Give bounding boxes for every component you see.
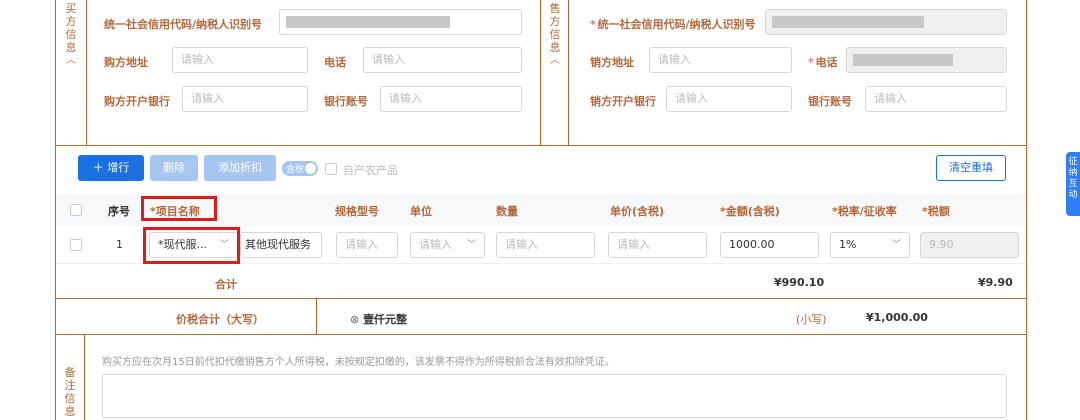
toggle-knob xyxy=(305,163,316,174)
buyer-account-input[interactable]: 请输入 xyxy=(380,86,522,112)
buyer-address-label: 购方地址 xyxy=(104,56,148,69)
unit-placeholder: 请输入 xyxy=(419,238,452,251)
buyer-bank-label: 购方开户银行 xyxy=(104,95,170,108)
frame-line xyxy=(568,0,569,145)
highlight-box xyxy=(141,196,217,221)
grand-total-figures: ¥1,000.00 xyxy=(866,311,928,324)
delete-button[interactable]: 删除 xyxy=(150,155,198,181)
seller-phone-label: * 电话 xyxy=(808,56,838,69)
buyer-tax-id-label: 统一社会信用代码/纳税人识别号 xyxy=(104,18,263,31)
seller-tax-id-label: * 统一社会信用代码/纳税人识别号 xyxy=(590,18,756,31)
amount-input[interactable]: 1000.00 xyxy=(720,232,819,258)
seller-bank-input[interactable]: 请输入 xyxy=(666,86,792,112)
quantity-input[interactable]: 请输入 xyxy=(496,232,595,258)
subtotal-amount: ¥990.10 xyxy=(774,276,825,289)
self-produced-label: 自产农产品 xyxy=(343,164,398,177)
header-unit-price: 单价(含税) xyxy=(610,205,665,218)
redacted-value xyxy=(853,54,953,66)
frame-line xyxy=(86,0,87,145)
header-amount: *金额(含税) xyxy=(720,205,780,218)
grand-total-small-label: (小写) xyxy=(796,313,827,326)
header-tax-rate: *税率/征收率 xyxy=(832,205,897,218)
toggle-label: 含税 xyxy=(286,165,305,175)
frame-line xyxy=(55,334,1027,335)
row-checkbox[interactable] xyxy=(70,239,82,251)
seller-account-input[interactable]: 请输入 xyxy=(865,86,1007,112)
header-index: 序号 xyxy=(108,205,130,218)
frame-line xyxy=(1026,0,1027,420)
redacted-value xyxy=(772,16,924,28)
interaction-side-tab[interactable]: 征纳互动 xyxy=(1066,152,1080,216)
header-unit: 单位 xyxy=(410,205,432,218)
buyer-phone-label: 电话 xyxy=(324,56,346,69)
seller-bank-label: 销方开户银行 xyxy=(590,95,656,108)
chevron-up-icon[interactable]: ︿ xyxy=(548,54,562,67)
seller-phone-input xyxy=(846,47,1007,73)
spec-input[interactable]: 请输入 xyxy=(336,232,398,258)
tax-amount-field: 9.90 xyxy=(920,232,1019,258)
redacted-value xyxy=(286,16,450,28)
subtotal-tax: ¥9.90 xyxy=(978,276,1013,289)
buyer-address-input[interactable]: 请输入 xyxy=(172,47,308,73)
unit-price-input[interactable]: 请输入 xyxy=(608,232,707,258)
chevron-down-icon: ﹀ xyxy=(891,240,901,250)
remarks-textarea[interactable] xyxy=(102,374,1007,418)
item-name-input[interactable]: 其他现代服务 xyxy=(240,232,322,258)
buyer-phone-input[interactable]: 请输入 xyxy=(363,47,522,73)
grand-total-words: ⊗ 壹仟元整 xyxy=(350,313,408,326)
clear-button[interactable]: 清空重填 xyxy=(936,155,1006,181)
invoice-form: 买方信息 ︿ 统一社会信用代码/纳税人识别号 购方地址 请输入 电话 请输入 购… xyxy=(0,0,1080,420)
highlight-box xyxy=(143,227,240,264)
seller-address-label: 销方地址 xyxy=(590,56,634,69)
row-index: 1 xyxy=(116,238,123,251)
header-tax: *税额 xyxy=(922,205,950,218)
remarks-section-label: 备注信息 xyxy=(64,366,76,418)
plus-icon: ＋ xyxy=(92,161,104,174)
buyer-section-label: 买方信息 xyxy=(65,2,77,54)
grand-total-label: 价税合计（大写） xyxy=(176,313,264,326)
seller-tax-id-input xyxy=(765,9,1007,35)
self-produced-checkbox[interactable] xyxy=(325,163,337,175)
seller-account-label: 银行账号 xyxy=(808,95,852,108)
tax-rate-select[interactable]: 1% ﹀ xyxy=(830,232,910,258)
buyer-bank-input[interactable]: 请输入 xyxy=(182,86,308,112)
chevron-down-icon: ﹀ xyxy=(466,240,476,250)
seller-section-label: 售方信息 xyxy=(549,2,561,54)
seller-address-input[interactable]: 请输入 xyxy=(649,47,792,73)
frame-line xyxy=(316,298,317,334)
frame-line xyxy=(55,145,1027,146)
chevron-up-icon[interactable]: ︿ xyxy=(64,54,78,67)
header-spec: 规格型号 xyxy=(335,205,379,218)
tax-included-toggle[interactable]: 含税 xyxy=(282,161,318,176)
buyer-account-label: 银行账号 xyxy=(324,95,368,108)
close-circle-icon: ⊗ xyxy=(350,313,360,326)
frame-line xyxy=(55,298,1027,299)
tax-rate-value: 1% xyxy=(839,238,857,251)
frame-line xyxy=(540,0,541,145)
unit-select[interactable]: 请输入 ﹀ xyxy=(410,232,485,258)
add-discount-button[interactable]: 添加折扣 xyxy=(204,155,276,181)
header-quantity: 数量 xyxy=(496,205,518,218)
add-row-button[interactable]: ＋ 增行 xyxy=(78,155,144,181)
remarks-note: 购买方应在次月15日前代扣代缴销售方个人所得税，未按规定扣缴的，该发票不得作为所… xyxy=(102,357,615,368)
frame-line xyxy=(84,334,85,420)
subtotal-label: 合计 xyxy=(215,278,237,291)
buyer-tax-id-input[interactable] xyxy=(279,9,522,35)
select-all-checkbox[interactable] xyxy=(70,204,82,216)
